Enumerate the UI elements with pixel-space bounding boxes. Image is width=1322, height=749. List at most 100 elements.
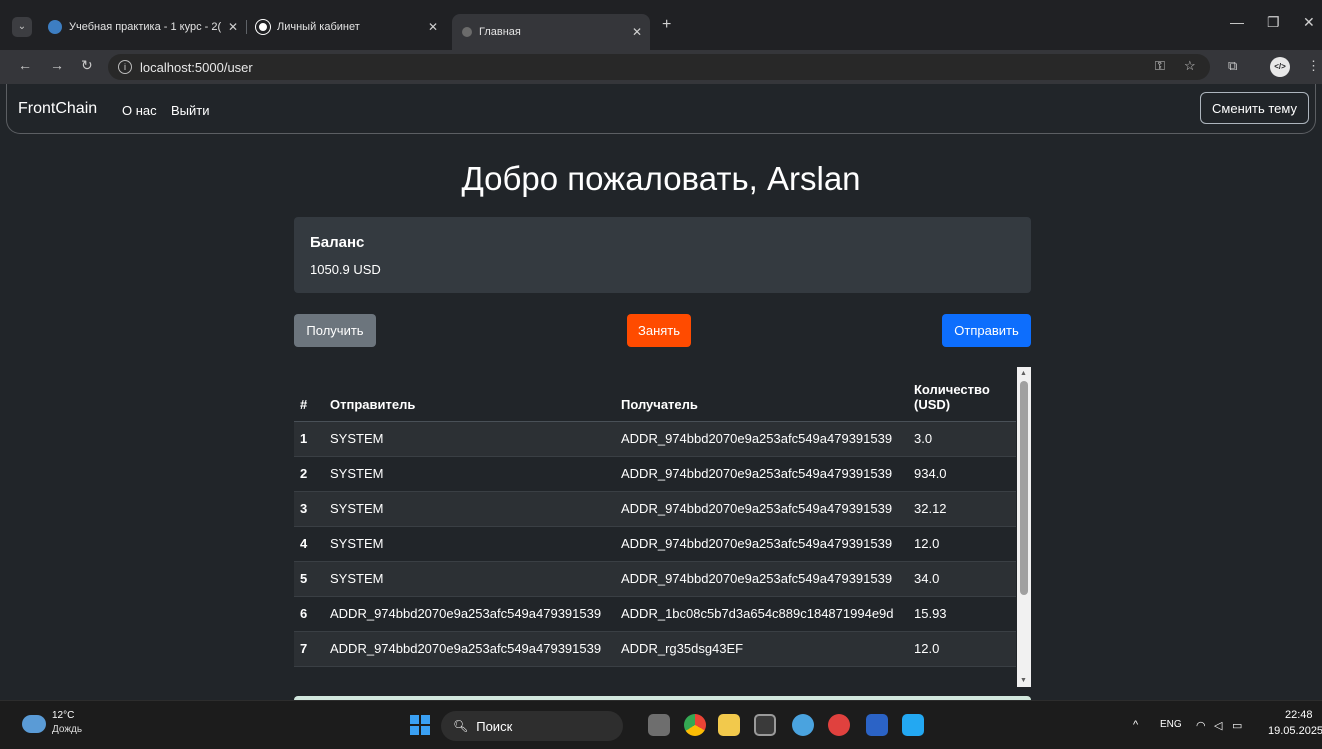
tab-title: Главная — [479, 26, 521, 38]
browser-toolbar: ← → ↻ i localhost:5000/user ⚿ ☆ ⧉ ⋮ — [0, 50, 1322, 84]
table-row: 6 ADDR_974bbd2070e9a253afc549a479391539 … — [294, 596, 1016, 632]
weather-rain-icon[interactable] — [22, 715, 46, 733]
scroll-thumb[interactable] — [1020, 381, 1028, 595]
balance-title: Баланс — [310, 234, 365, 251]
row-sender: SYSTEM — [324, 561, 615, 597]
extensions-icon[interactable]: ⧉ — [1228, 58, 1237, 74]
row-number: 1 — [294, 421, 324, 457]
volume-icon[interactable]: ◁ — [1214, 719, 1222, 732]
row-number: 3 — [294, 491, 324, 527]
password-key-icon[interactable]: ⚿ — [1155, 58, 1165, 74]
tab-favicon-icon — [256, 20, 270, 34]
devtools-extension-icon[interactable]: </> — [1270, 57, 1290, 77]
forward-icon[interactable]: → — [50, 57, 64, 73]
bookmark-star-icon[interactable]: ☆ — [1184, 58, 1196, 74]
site-navbar: FrontChain О нас Выйти Сменить тему — [6, 84, 1316, 134]
wifi-icon[interactable]: ◠ — [1196, 719, 1206, 732]
url-text: localhost:5000/user — [140, 59, 253, 75]
address-bar[interactable]: i localhost:5000/user — [108, 54, 1210, 80]
scroll-down-arrow-icon[interactable]: ▼ — [1020, 677, 1027, 684]
table-row: 2 SYSTEM ADDR_974bbd2070e9a253afc549a479… — [294, 456, 1016, 492]
chrome-icon[interactable] — [684, 714, 706, 736]
row-amount: 12.0 — [908, 526, 1016, 562]
borrow-button[interactable]: Занять — [627, 314, 691, 347]
column-header-number: # — [294, 365, 324, 422]
table-scrollbar[interactable]: ▲ ▼ — [1017, 367, 1031, 687]
reload-icon[interactable]: ↻ — [81, 57, 93, 74]
file-explorer-icon[interactable] — [718, 714, 740, 736]
table-row: 7 ADDR_974bbd2070e9a253afc549a479391539 … — [294, 631, 1016, 667]
row-recipient: ADDR_974bbd2070e9a253afc549a479391539 — [615, 526, 908, 562]
close-tab-icon[interactable]: ✕ — [632, 25, 642, 39]
row-sender: SYSTEM — [324, 526, 615, 562]
row-number: 5 — [294, 561, 324, 597]
restore-icon[interactable]: ❐ — [1267, 14, 1280, 31]
transactions-table-container[interactable]: # Отправитель Получатель Количество (USD… — [294, 365, 1031, 688]
search-placeholder: Поиск — [476, 718, 513, 734]
close-tab-icon[interactable]: ✕ — [228, 20, 238, 34]
tab-search-icon[interactable]: ⌄ — [12, 17, 32, 37]
app-p-icon[interactable] — [828, 714, 850, 736]
row-sender: ADDR_974bbd2070e9a253afc549a479391539 — [324, 596, 615, 632]
clock-time[interactable]: 22:48 — [1285, 709, 1313, 721]
tab-favicon-icon — [462, 27, 472, 37]
row-recipient: ADDR_974bbd2070e9a253afc549a479391539 — [615, 561, 908, 597]
windows-start-icon[interactable] — [410, 715, 430, 735]
back-icon[interactable]: ← — [18, 57, 32, 73]
close-tab-icon[interactable]: ✕ — [428, 20, 438, 34]
word-icon[interactable] — [866, 714, 888, 736]
tab-separator — [246, 20, 247, 34]
row-number: 2 — [294, 456, 324, 492]
toggle-theme-button[interactable]: Сменить тему — [1200, 92, 1309, 124]
new-tab-icon[interactable]: + — [662, 16, 671, 34]
tray-chevron-icon[interactable]: ^ — [1133, 719, 1138, 731]
browser-tab-1[interactable]: Учебная практика - 1 курс - 2( ✕ — [40, 14, 246, 40]
row-amount: 15.93 — [908, 596, 1016, 632]
table-row: 3 SYSTEM ADDR_974bbd2070e9a253afc549a479… — [294, 491, 1016, 527]
task-view-icon[interactable] — [648, 714, 670, 736]
row-recipient: ADDR_974bbd2070e9a253afc549a479391539 — [615, 421, 908, 457]
browser-tab-2[interactable]: Личный кабинет ✕ — [250, 14, 446, 40]
table-row: 5 SYSTEM ADDR_974bbd2070e9a253afc549a479… — [294, 561, 1016, 597]
close-window-icon[interactable]: ✕ — [1303, 14, 1315, 31]
row-amount: 34.0 — [908, 561, 1016, 597]
nav-link-about[interactable]: О нас — [122, 103, 157, 118]
site-info-icon[interactable]: i — [118, 60, 132, 74]
tab-title: Личный кабинет — [277, 21, 360, 33]
page: FrontChain О нас Выйти Сменить тему Добр… — [0, 84, 1322, 700]
weather-temperature: 12°C — [52, 710, 75, 721]
column-header-amount: Количество (USD) — [908, 365, 1016, 422]
browser-tab-active[interactable]: Главная ✕ — [452, 14, 650, 50]
weather-description: Дождь — [52, 724, 83, 735]
clock-date[interactable]: 19.05.2025 — [1268, 725, 1322, 737]
taskbar-search[interactable]: 🔍︎ Поиск — [441, 711, 623, 741]
row-number: 4 — [294, 526, 324, 562]
vscode-icon[interactable] — [902, 714, 924, 736]
language-indicator[interactable]: ENG — [1160, 719, 1182, 730]
telegram-icon[interactable] — [792, 714, 814, 736]
row-sender: SYSTEM — [324, 456, 615, 492]
row-amount: 934.0 — [908, 456, 1016, 492]
send-button[interactable]: Отправить — [942, 314, 1031, 347]
menu-dots-icon[interactable]: ⋮ — [1307, 58, 1320, 74]
balance-value: 1050.9 USD — [310, 262, 381, 277]
terminal-icon[interactable] — [754, 714, 776, 736]
balance-card: Баланс 1050.9 USD — [294, 217, 1031, 293]
column-header-recipient: Получатель — [615, 365, 908, 422]
row-amount: 12.0 — [908, 631, 1016, 667]
brand-link[interactable]: FrontChain — [18, 100, 97, 118]
row-amount: 32.12 — [908, 491, 1016, 527]
page-title: Добро пожаловать, Arslan — [461, 160, 861, 197]
row-number: 6 — [294, 596, 324, 632]
minimize-icon[interactable]: — — [1230, 14, 1244, 30]
battery-icon[interactable]: ▭ — [1232, 719, 1242, 732]
search-icon: 🔍︎ — [453, 719, 469, 733]
transactions-table: # Отправитель Получатель Количество (USD… — [294, 365, 1016, 667]
nav-link-logout[interactable]: Выйти — [171, 103, 210, 118]
tab-title: Учебная практика - 1 курс - 2( — [69, 21, 222, 33]
tab-favicon-icon — [48, 20, 62, 34]
scroll-up-arrow-icon[interactable]: ▲ — [1020, 370, 1027, 377]
taskbar: 12°C Дождь 🔍︎ Поиск ^ ENG ◠ ◁ ▭ 22:48 19… — [0, 700, 1322, 749]
receive-button[interactable]: Получить — [294, 314, 376, 347]
table-row: 4 SYSTEM ADDR_974bbd2070e9a253afc549a479… — [294, 526, 1016, 562]
